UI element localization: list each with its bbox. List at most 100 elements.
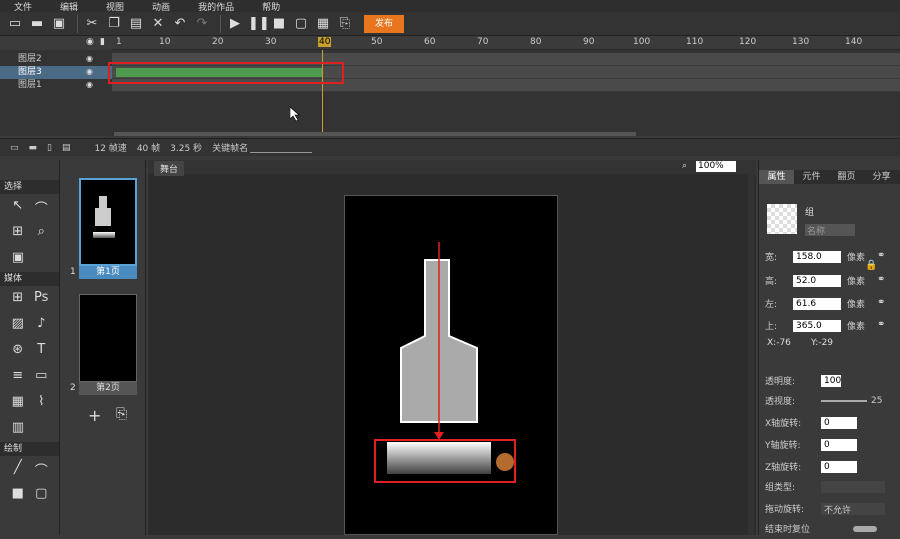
visibility-icon[interactable]: ◉: [86, 80, 93, 89]
zrot-input[interactable]: 0: [821, 460, 857, 473]
section-media[interactable]: 媒体: [0, 272, 59, 286]
menu-my-works[interactable]: 我的作品: [198, 0, 234, 13]
opacity-input[interactable]: 100: [821, 374, 841, 387]
top-input[interactable]: 365.0: [793, 319, 841, 332]
copy-icon[interactable]: ❐: [105, 15, 123, 33]
publish-button[interactable]: 发布: [364, 14, 404, 33]
stage-scrollbar[interactable]: [748, 174, 754, 535]
zoom-select[interactable]: 100%: [696, 161, 736, 172]
lock-ratio-icon[interactable]: 🔒: [865, 260, 877, 271]
cut-icon[interactable]: ✂: [83, 15, 101, 33]
redo-icon[interactable]: ↷: [193, 15, 211, 33]
group-type-select[interactable]: [821, 480, 885, 493]
link-icon[interactable]: ⚭: [877, 297, 885, 308]
image-icon[interactable]: ▨: [6, 316, 30, 334]
yrot-input[interactable]: 0: [821, 438, 857, 451]
page-thumbnail-2[interactable]: [79, 294, 137, 382]
menu-edit[interactable]: 编辑: [60, 0, 78, 13]
stage-icon[interactable]: ▣: [6, 250, 30, 268]
preview-icon[interactable]: ▢: [292, 15, 310, 33]
paste-icon[interactable]: ▤: [127, 15, 145, 33]
gradient-rect[interactable]: [387, 442, 491, 474]
menu-file[interactable]: 文件: [14, 0, 32, 13]
audio-icon[interactable]: ♪: [30, 316, 54, 334]
section-select[interactable]: 选择: [0, 180, 59, 194]
page-thumbnail-1[interactable]: [79, 178, 137, 266]
link-icon[interactable]: ⚭: [877, 319, 885, 330]
name-input[interactable]: 名称: [805, 224, 855, 237]
perspective-slider[interactable]: [821, 399, 867, 402]
menu-animation[interactable]: 动画: [152, 0, 170, 13]
keyframe-name-label: 关键帧名: [212, 144, 249, 154]
visibility-icon[interactable]: ◉: [86, 54, 93, 63]
drag-rotate-label: 拖动旋转:: [765, 505, 805, 515]
visibility-icon[interactable]: ◉: [86, 37, 94, 47]
zoom-icon[interactable]: ⌕: [30, 224, 54, 242]
barcode-icon[interactable]: ▥: [6, 420, 30, 438]
height-input[interactable]: 52.0: [793, 274, 841, 287]
stop-icon[interactable]: ■: [270, 15, 288, 33]
menu-view[interactable]: 视图: [106, 0, 124, 13]
keyframe-name-input[interactable]: [250, 143, 313, 153]
layer-item[interactable]: 图层2: [0, 53, 112, 66]
export-icon[interactable]: ⎘: [336, 15, 354, 33]
layer-item[interactable]: 图层1: [0, 79, 112, 92]
grid-icon[interactable]: ⊞: [6, 290, 30, 308]
ps-icon[interactable]: Ps: [30, 290, 54, 308]
drag-rotate-select[interactable]: 不允许: [821, 502, 885, 516]
add-layer-icon[interactable]: ▭: [10, 143, 19, 153]
tab-properties[interactable]: 属性: [759, 170, 794, 184]
new-file-icon[interactable]: ▭: [6, 15, 24, 33]
section-draw[interactable]: 绘制: [0, 442, 59, 456]
add-page-icon[interactable]: +: [88, 406, 101, 425]
width-input[interactable]: 158.0: [793, 250, 841, 263]
rectangle-icon[interactable]: ■: [6, 486, 30, 504]
layer-item-selected[interactable]: 图层3: [0, 66, 112, 79]
ruler-tick-current[interactable]: 40: [318, 37, 332, 47]
left-input[interactable]: 61.6: [793, 297, 841, 310]
save-icon[interactable]: ▣: [50, 15, 68, 33]
trash-icon[interactable]: ▯: [47, 143, 52, 153]
page-label-2[interactable]: 第2页: [79, 382, 137, 395]
stage-canvas[interactable]: [344, 195, 558, 535]
link-icon[interactable]: ⚭: [877, 274, 885, 285]
xrot-input[interactable]: 0: [821, 416, 857, 429]
monitor-icon[interactable]: ▭: [30, 368, 54, 386]
folder-icon[interactable]: ▬: [29, 143, 38, 153]
delete-icon[interactable]: ✕: [149, 15, 167, 33]
tab-components[interactable]: 元件: [794, 170, 829, 184]
pointer-icon[interactable]: ↖: [6, 198, 30, 216]
duration: 3.25 秒: [170, 144, 203, 154]
tab-page-flip[interactable]: 翻页: [829, 170, 864, 184]
add-anim-icon[interactable]: [496, 453, 514, 471]
page-settings-icon[interactable]: ⎘: [116, 406, 127, 422]
ruler-tick: 1: [116, 37, 122, 47]
height-label: 高:: [765, 277, 778, 287]
stage-tab[interactable]: 舞台: [154, 161, 185, 176]
code-icon[interactable]: ▦: [6, 394, 30, 412]
open-folder-icon[interactable]: ▬: [28, 15, 46, 33]
transform-icon[interactable]: ⊞: [6, 224, 30, 242]
timeline-scrollbar[interactable]: [114, 132, 636, 136]
text-icon[interactable]: T: [30, 342, 54, 360]
list-icon[interactable]: ≡: [6, 368, 30, 386]
page-label-1[interactable]: 第1页: [79, 266, 137, 279]
chart-icon[interactable]: ⌇: [30, 394, 54, 412]
frame-tool-icon[interactable]: ▤: [62, 143, 71, 153]
tab-share[interactable]: 分享: [864, 170, 899, 184]
menu-help[interactable]: 帮助: [262, 0, 280, 13]
ruler-tick: 50: [371, 37, 383, 47]
video-icon[interactable]: ⊛: [6, 342, 30, 360]
pause-icon[interactable]: ❚❚: [248, 15, 270, 33]
curve-icon[interactable]: ⌒: [30, 460, 54, 479]
play-icon[interactable]: ▶: [226, 15, 244, 33]
reset-toggle[interactable]: [853, 525, 877, 532]
lock-icon[interactable]: ▮: [100, 37, 105, 47]
qr-code-icon[interactable]: ▦: [314, 15, 332, 33]
visibility-icon[interactable]: ◉: [86, 67, 93, 76]
lasso-icon[interactable]: ⌒: [30, 198, 54, 217]
undo-icon[interactable]: ↶: [171, 15, 189, 33]
rounded-rect-icon[interactable]: ▢: [30, 486, 54, 504]
link-icon[interactable]: ⚭: [877, 250, 885, 261]
line-icon[interactable]: ╱: [6, 460, 30, 478]
